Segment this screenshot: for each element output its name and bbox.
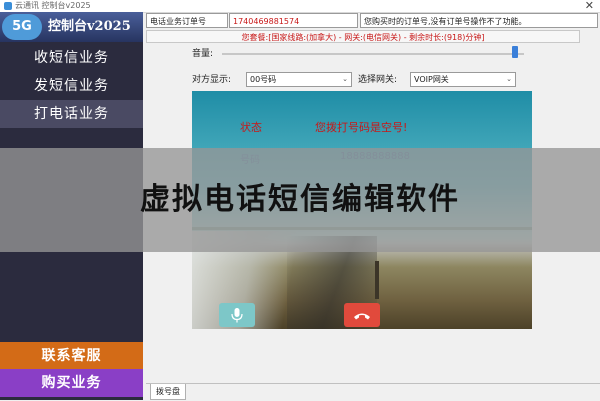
watermark-banner: 虚拟电话短信编辑软件 [0, 148, 600, 252]
caller-display-label: 对方显示: [192, 75, 232, 85]
package-info: 您套餐:[国家线路:(加拿大) - 网关:(电信网关) - 剩余时长:(918)… [146, 30, 580, 43]
gateway-label: 选择网关: [358, 75, 398, 85]
sidebar-item-receive-sms[interactable]: 收短信业务 [0, 44, 143, 72]
microphone-icon [231, 308, 243, 323]
bottom-tab-bar: 拨号盘 [146, 383, 600, 401]
order-number-field[interactable]: 1740469881574 [229, 13, 358, 28]
hangup-button[interactable] [344, 303, 380, 327]
gateway-value: VOIP网关 [414, 75, 449, 84]
chevron-down-icon: ⌄ [506, 75, 512, 83]
volume-slider-track[interactable] [222, 53, 524, 55]
microphone-button[interactable] [219, 303, 255, 327]
caller-display-value: 00号码 [250, 75, 277, 84]
sidebar-item-phone-call[interactable]: 打电话业务 [0, 100, 143, 128]
volume-label: 音量: [192, 49, 214, 59]
close-icon[interactable]: ✕ [585, 0, 594, 12]
status-label: 状态 [240, 121, 262, 134]
watermark-text: 虚拟电话短信编辑软件 [140, 182, 460, 217]
window-title: 云通讯 控制台v2025 [15, 1, 91, 10]
chevron-down-icon: ⌄ [342, 75, 348, 83]
status-message: 您拨打号码是空号! [315, 121, 408, 134]
phone-hangup-icon [354, 313, 370, 320]
caller-display-select[interactable]: 00号码 ⌄ [246, 72, 352, 87]
logo-text: 控制台v2025 [48, 19, 131, 34]
background-post [375, 261, 379, 299]
order-label: 电话业务订单号 [146, 13, 228, 28]
volume-slider-thumb[interactable] [511, 46, 518, 58]
logo: 5G 控制台v2025 [0, 12, 143, 42]
sidebar-item-send-sms[interactable]: 发短信业务 [0, 72, 143, 100]
logo-badge: 5G [2, 14, 42, 40]
gateway-select[interactable]: VOIP网关 ⌄ [410, 72, 516, 87]
contact-support-button[interactable]: 联系客服 [0, 342, 143, 370]
app-icon [4, 2, 12, 10]
tab-dialpad[interactable]: 拨号盘 [150, 384, 186, 400]
order-row: 电话业务订单号 1740469881574 您购买时的订单号,没有订单号操作不了… [146, 13, 598, 29]
order-note: 您购买时的订单号,没有订单号操作不了功能。 [360, 13, 598, 28]
buy-service-button[interactable]: 购买业务 [0, 369, 143, 397]
